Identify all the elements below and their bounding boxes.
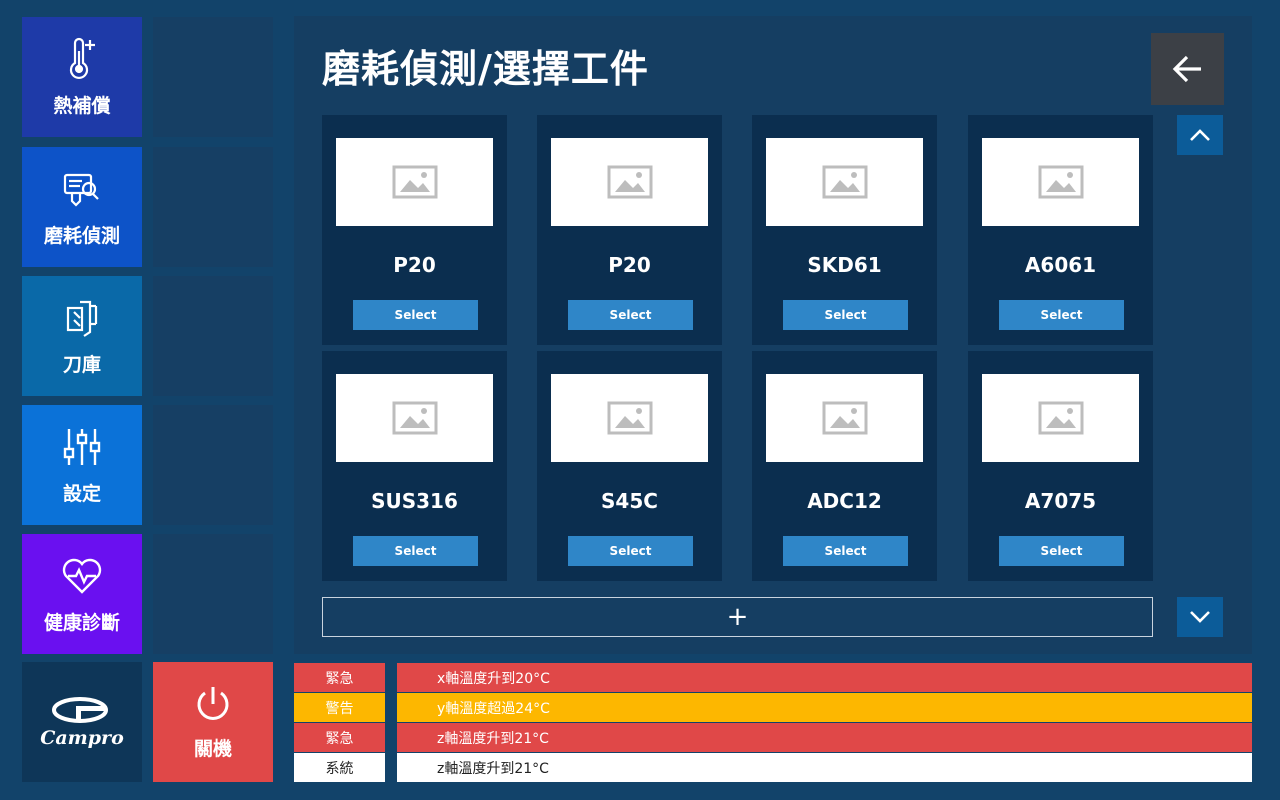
workpiece-card: ADC12 Select xyxy=(752,351,937,581)
image-placeholder-icon xyxy=(822,165,867,199)
workpiece-name: A7075 xyxy=(1024,489,1097,513)
scroll-up-button[interactable] xyxy=(1177,115,1223,155)
nav-wear-detection[interactable]: 磨耗偵測 xyxy=(22,147,142,267)
sliders-icon xyxy=(60,425,104,469)
alarm-level: 系統 xyxy=(294,753,385,782)
select-button[interactable]: Select xyxy=(568,536,693,566)
alarm-row: 緊急 z軸溫度升到21°C xyxy=(294,723,1252,753)
select-button[interactable]: Select xyxy=(568,300,693,330)
thermometer-plus-icon xyxy=(60,37,104,81)
alarm-message: y軸溫度超過24°C xyxy=(397,693,1252,722)
tool-magazine-icon xyxy=(60,296,104,340)
back-button[interactable] xyxy=(1151,33,1224,105)
workpiece-name: S45C xyxy=(601,489,658,513)
image-placeholder-icon xyxy=(392,165,437,199)
workpiece-card: S45C Select xyxy=(537,351,722,581)
image-placeholder-icon xyxy=(1038,401,1083,435)
nav-label: 刀庫 xyxy=(62,353,101,376)
sub-nav-slot xyxy=(153,147,273,267)
image-placeholder-icon xyxy=(392,401,437,435)
image-placeholder-icon xyxy=(607,165,652,199)
nav-thermal-compensation[interactable]: 熱補償 xyxy=(22,17,142,137)
select-button[interactable]: Select xyxy=(999,536,1124,566)
alarm-row: 系統 z軸溫度升到21°C xyxy=(294,753,1252,783)
alarm-row: 警告 y軸溫度超過24°C xyxy=(294,693,1252,723)
power-label: 關機 xyxy=(193,737,232,760)
nav-health-check[interactable]: 健康診斷 xyxy=(22,534,142,654)
alarm-row: 緊急 x軸溫度升到20°C xyxy=(294,663,1252,693)
workpiece-card: P20 Select xyxy=(537,115,722,345)
sub-nav-slot xyxy=(153,534,273,654)
select-button[interactable]: Select xyxy=(999,300,1124,330)
workpiece-card: SUS316 Select xyxy=(322,351,507,581)
sub-nav-slot xyxy=(153,276,273,396)
sub-nav-slot xyxy=(153,405,273,525)
workpiece-name: SKD61 xyxy=(807,253,882,277)
select-button[interactable]: Select xyxy=(783,300,908,330)
alarm-message: z軸溫度升到21°C xyxy=(397,753,1252,782)
alarm-message: x軸溫度升到20°C xyxy=(397,663,1252,692)
wear-detect-icon xyxy=(60,167,104,211)
nav-label: 健康診斷 xyxy=(43,611,120,634)
plus-label: + xyxy=(726,602,749,632)
sub-nav-slot xyxy=(153,17,273,137)
arrow-left-icon xyxy=(1172,55,1201,83)
workpiece-card: SKD61 Select xyxy=(752,115,937,345)
workpiece-name: A6061 xyxy=(1024,253,1097,277)
select-button[interactable]: Select xyxy=(783,536,908,566)
workpiece-thumbnail xyxy=(766,374,923,462)
nav-label: 設定 xyxy=(62,482,101,505)
workpiece-card: P20 Select xyxy=(322,115,507,345)
chevron-up-icon xyxy=(1190,129,1210,141)
power-icon xyxy=(197,686,229,720)
select-button[interactable]: Select xyxy=(353,300,478,330)
workpiece-thumbnail xyxy=(336,374,493,462)
page-title: 磨耗偵測/選擇工件 xyxy=(322,47,649,91)
heartbeat-icon xyxy=(60,554,104,598)
workpiece-card: A7075 Select xyxy=(968,351,1153,581)
workpiece-thumbnail xyxy=(766,138,923,226)
workpiece-card: A6061 Select xyxy=(968,115,1153,345)
nav-label: 磨耗偵測 xyxy=(43,224,120,247)
alarm-level: 警告 xyxy=(294,693,385,722)
image-placeholder-icon xyxy=(607,401,652,435)
chevron-down-icon xyxy=(1190,611,1210,623)
alarm-level: 緊急 xyxy=(294,663,385,692)
image-placeholder-icon xyxy=(822,401,867,435)
campro-logo-mark xyxy=(52,697,108,723)
workpiece-name: ADC12 xyxy=(807,489,882,513)
scroll-down-button[interactable] xyxy=(1177,597,1223,637)
workpiece-thumbnail xyxy=(982,138,1139,226)
workpiece-name: P20 xyxy=(393,253,436,277)
workpiece-thumbnail xyxy=(336,138,493,226)
select-button[interactable]: Select xyxy=(353,536,478,566)
nav-tool-magazine[interactable]: 刀庫 xyxy=(22,276,142,396)
workpiece-thumbnail xyxy=(551,138,708,226)
workpiece-thumbnail xyxy=(982,374,1139,462)
add-workpiece-button[interactable]: + xyxy=(322,597,1153,637)
campro-logo: Campro xyxy=(22,662,142,782)
logo-text: Campro xyxy=(40,727,124,749)
workpiece-name: SUS316 xyxy=(371,489,458,513)
nav-settings[interactable]: 設定 xyxy=(22,405,142,525)
image-placeholder-icon xyxy=(1038,165,1083,199)
power-off-button[interactable]: 關機 xyxy=(153,662,273,782)
nav-label: 熱補償 xyxy=(53,94,111,117)
alarm-message: z軸溫度升到21°C xyxy=(397,723,1252,752)
workpiece-name: P20 xyxy=(608,253,651,277)
workpiece-thumbnail xyxy=(551,374,708,462)
alarm-level: 緊急 xyxy=(294,723,385,752)
